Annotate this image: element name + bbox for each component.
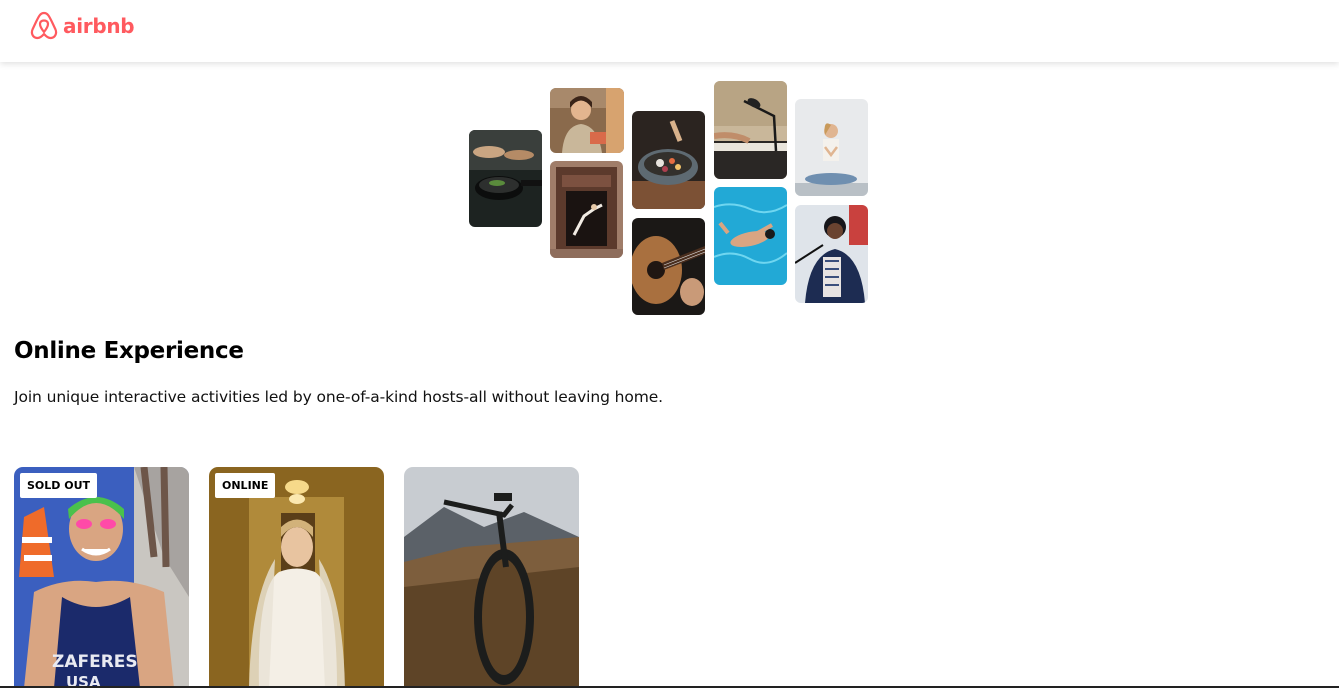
airbnb-logo-text: airbnb bbox=[63, 14, 135, 38]
singer-photo bbox=[795, 205, 868, 303]
experience-card-2[interactable]: ONLINE bbox=[209, 467, 384, 688]
cooking-photo bbox=[469, 130, 542, 227]
section-title: Online Experience bbox=[14, 338, 244, 364]
navbar: airbnb bbox=[0, 0, 1339, 62]
piano-microphone-photo bbox=[714, 81, 787, 179]
host-portrait-photo bbox=[550, 88, 624, 153]
dancer-doorway-photo bbox=[550, 161, 623, 258]
experience-card-1[interactable]: ZAFERES USA SOLD OUT bbox=[14, 467, 189, 688]
mountain-bike-photo bbox=[404, 467, 579, 688]
yoga-photo bbox=[795, 99, 868, 196]
online-badge: ONLINE bbox=[215, 473, 276, 498]
athlete-swimmer-photo: ZAFERES USA bbox=[14, 467, 189, 688]
swimmer-photo bbox=[714, 187, 787, 285]
bride-photo bbox=[209, 467, 384, 688]
airbnb-logo-icon bbox=[30, 11, 58, 40]
svg-text:ZAFERES: ZAFERES bbox=[52, 652, 138, 672]
food-bowl-photo bbox=[632, 111, 705, 209]
experience-card-3[interactable] bbox=[404, 467, 579, 688]
section-subtitle: Join unique interactive activities led b… bbox=[14, 388, 664, 406]
airbnb-logo[interactable]: airbnb bbox=[29, 10, 135, 42]
guitar-photo bbox=[632, 218, 705, 315]
sold-out-badge: SOLD OUT bbox=[20, 473, 98, 498]
